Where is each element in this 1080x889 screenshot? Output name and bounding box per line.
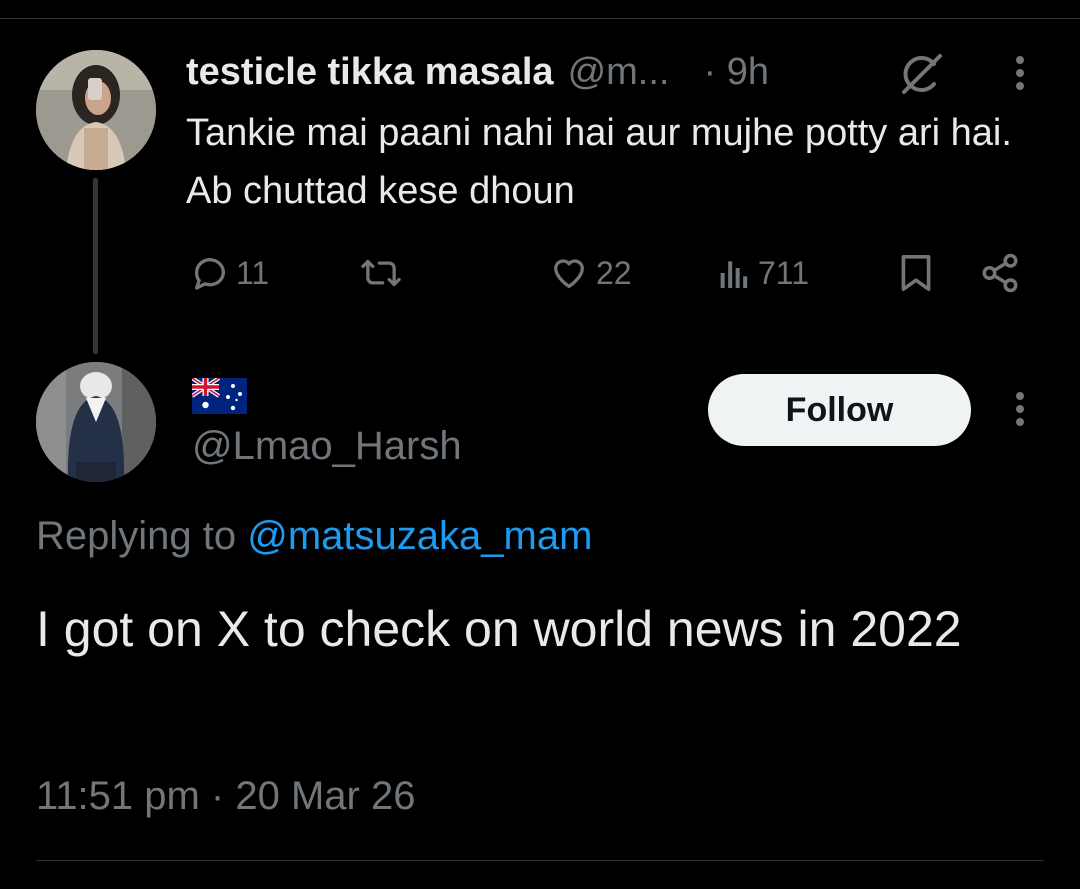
retweet-icon — [361, 259, 401, 287]
thread-connector — [93, 178, 98, 354]
bookmark-icon — [901, 255, 931, 291]
share-button[interactable] — [978, 246, 1022, 300]
reply-count: 11 — [236, 254, 270, 291]
follow-button[interactable]: Follow — [708, 374, 971, 446]
grok-icon[interactable] — [896, 50, 944, 98]
reply-avatar[interactable] — [36, 362, 156, 482]
parent-more-icon[interactable] — [1006, 52, 1034, 96]
view-count: 711 — [758, 254, 810, 291]
reply-button[interactable]: 11 — [190, 246, 269, 300]
like-button[interactable]: 22 — [548, 246, 632, 300]
views-icon — [720, 261, 748, 288]
reply-timestamp[interactable]: 11:51 pm · 20 Mar 26 — [36, 774, 415, 819]
top-divider — [0, 18, 1080, 19]
retweet-button[interactable] — [358, 246, 404, 300]
parent-action-bar: 11 22 711 — [186, 246, 1036, 300]
parent-time[interactable]: · 9h — [703, 51, 768, 94]
parent-handle[interactable]: @m... — [568, 51, 670, 94]
reply-tweet-text: I got on X to check on world news in 202… — [36, 601, 962, 657]
replying-prefix: Replying to — [36, 514, 237, 558]
heart-icon — [554, 259, 584, 288]
reply-icon — [194, 258, 225, 290]
bookmark-button[interactable] — [898, 246, 934, 300]
reply-handle[interactable]: @Lmao_Harsh — [192, 424, 462, 469]
like-count: 22 — [596, 254, 632, 291]
parent-display-name[interactable]: testicle tikka masala — [186, 51, 554, 94]
parent-avatar[interactable] — [36, 50, 156, 170]
bottom-divider — [36, 860, 1044, 861]
replying-to: Replying to @matsuzaka_mam — [36, 514, 592, 559]
reply-more-icon[interactable] — [1006, 388, 1034, 432]
parent-tweet-header: testicle tikka masala @m... · 9h — [186, 46, 769, 98]
views-button[interactable]: 711 — [716, 246, 809, 300]
share-icon — [982, 253, 1018, 293]
parent-tweet-text: Tankie mai paani nahi hai aur mujhe pott… — [186, 112, 1012, 212]
australia-flag-icon — [190, 376, 247, 414]
replying-mention-link[interactable]: @matsuzaka_mam — [247, 514, 592, 558]
